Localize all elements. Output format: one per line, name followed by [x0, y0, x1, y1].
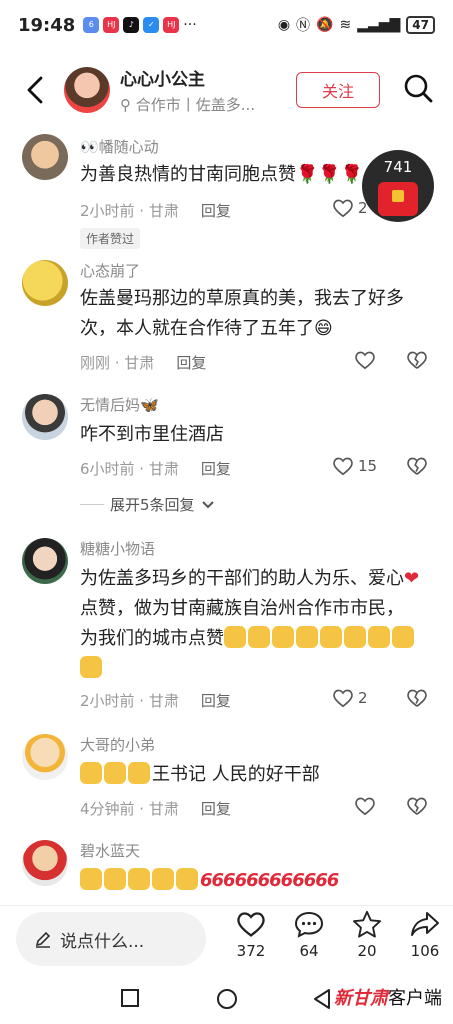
more-icon: ··· — [183, 17, 197, 33]
heart-icon — [333, 457, 353, 476]
expand-replies-button[interactable]: 展开5条回复 — [80, 494, 215, 515]
back-nav-button[interactable] — [312, 988, 332, 1010]
comment-count-button[interactable]: 64 — [284, 910, 334, 960]
reply-button[interactable]: 回复 — [201, 460, 231, 478]
chevron-left-icon — [27, 76, 43, 104]
like-video-button[interactable]: 372 — [226, 910, 276, 960]
comment-username[interactable]: 大哥的小弟 — [80, 734, 155, 755]
clock: 19:48 — [18, 14, 76, 36]
status-bar: 19:48 6 HJ ♪ ✓ HJ ··· ◉ Ⓝ 🔕 ≋ ▂▃▅▇ 47 — [0, 0, 453, 50]
like-button[interactable] — [354, 350, 376, 370]
thumbs-up-emoji — [80, 868, 200, 891]
broken-heart-icon — [407, 689, 427, 707]
author-name[interactable]: 心心小公主 — [120, 65, 255, 90]
broken-heart-icon — [407, 351, 427, 369]
heart-emoji: ❤ — [404, 568, 420, 589]
back-button[interactable] — [10, 65, 60, 115]
comment-text: 佐盖曼玛那边的草原真的美，我去了好多次，本人就在合作待了五年了😄 — [80, 288, 404, 339]
user-avatar[interactable] — [22, 260, 68, 306]
red-packet-count: 741 — [383, 158, 413, 176]
dislike-button[interactable] — [406, 456, 428, 480]
home-button[interactable] — [216, 988, 238, 1010]
comment-text: 为佐盖多玛乡的干部们的助人为乐、爱心❤点赞，做为甘南藏族自治州合作市市民，为我们… — [80, 564, 420, 684]
battery-icon: 47 — [406, 16, 435, 34]
bottom-action-bar: 说点什么... 372 64 20 106 — [0, 905, 453, 975]
star-icon — [353, 910, 381, 938]
signal-icon: ▂▃▅▇ — [357, 17, 401, 33]
user-avatar[interactable] — [22, 538, 68, 584]
app-notification-icon: 6 — [83, 17, 100, 33]
like-button[interactable] — [354, 796, 376, 816]
comment-text: 666666666666 — [80, 866, 420, 896]
location-pin-icon: ⚲ — [120, 96, 131, 114]
dislike-button[interactable] — [406, 796, 428, 820]
author-liked-badge: 作者赞过 — [80, 228, 141, 249]
heart-icon — [333, 689, 353, 708]
chevron-down-icon — [201, 500, 214, 508]
reply-button[interactable]: 回复 — [176, 354, 206, 372]
comment-meta: 6小时前 · 甘肃 回复 — [80, 460, 231, 478]
comment-bubble-icon — [294, 911, 324, 938]
heart-icon — [333, 199, 353, 218]
heart-icon — [237, 912, 265, 937]
comment-username[interactable]: 心态崩了 — [80, 260, 140, 281]
author-location: ⚲ 合作市丨佐盖多... — [120, 96, 256, 114]
search-icon — [404, 74, 433, 103]
broken-heart-icon — [407, 797, 427, 815]
shield-icon: ✓ — [143, 17, 160, 33]
comment-meta: 刚刚 · 甘肃 回复 — [80, 354, 207, 372]
red-packet-widget[interactable]: 741 — [362, 150, 434, 222]
dislike-button[interactable] — [406, 688, 428, 712]
user-avatar[interactable] — [22, 734, 68, 780]
share-button[interactable]: 106 — [400, 910, 450, 960]
video-author-header: 心心小公主 ⚲ 合作市丨佐盖多... 关注 — [0, 58, 453, 122]
thumbs-up-emoji — [224, 626, 320, 649]
recent-apps-button[interactable] — [120, 988, 140, 1008]
comment-list[interactable]: 👀幡随心动 为善良热情的甘南同胞点赞🌹🌹🌹 2小时前 · 甘肃 回复 2 作者赞过… — [0, 130, 453, 905]
like-button[interactable]: 2 — [332, 198, 368, 218]
eye-icon: ◉ — [277, 17, 291, 33]
like-count: 15 — [358, 457, 378, 475]
pencil-icon — [35, 931, 51, 948]
app-notification-icon: HJ — [163, 17, 180, 33]
mute-icon: 🔕 — [316, 17, 334, 33]
comment-text: 王书记 人民的好干部 — [80, 760, 420, 790]
comment-username[interactable]: 无情后妈🦋 — [80, 394, 159, 415]
heart-icon — [355, 351, 375, 370]
system-nav-bar: 新甘肃客户端 — [0, 978, 453, 1024]
comment-text: 咋不到市里住酒店 — [80, 424, 224, 445]
divider — [80, 504, 104, 505]
like-button[interactable]: 2 — [332, 688, 368, 708]
nfc-icon: Ⓝ — [296, 18, 311, 34]
comment-meta: 4分钟前 · 甘肃 回复 — [80, 800, 231, 818]
red-envelope-icon — [378, 182, 418, 216]
tiktok-icon: ♪ — [123, 17, 140, 33]
reply-button[interactable]: 回复 — [201, 692, 231, 710]
comment-input[interactable]: 说点什么... — [16, 912, 206, 966]
app-notification-icon: HJ — [103, 17, 120, 33]
share-arrow-icon — [411, 912, 439, 936]
comment-username[interactable]: 糖糖小物语 — [80, 538, 155, 559]
like-count: 2 — [358, 689, 368, 707]
reply-button[interactable]: 回复 — [201, 800, 231, 818]
favorite-button[interactable]: 20 — [342, 910, 392, 960]
broken-heart-icon — [407, 457, 427, 475]
author-avatar[interactable] — [64, 67, 110, 113]
dislike-button[interactable] — [406, 350, 428, 374]
search-button[interactable] — [398, 68, 438, 108]
user-avatar[interactable] — [22, 394, 68, 440]
comment-username[interactable]: 👀幡随心动 — [80, 136, 159, 157]
thumbs-up-emoji — [80, 762, 152, 785]
reply-button[interactable]: 回复 — [201, 202, 231, 220]
like-button[interactable]: 15 — [332, 456, 377, 476]
wifi-icon: ≋ — [339, 17, 352, 33]
user-avatar[interactable] — [22, 840, 68, 886]
follow-button[interactable]: 关注 — [296, 72, 380, 108]
user-avatar[interactable] — [22, 134, 68, 180]
watermark: 新甘肃客户端 — [334, 988, 442, 1009]
heart-icon — [355, 797, 375, 816]
comment-username[interactable]: 碧水蓝天 — [80, 840, 140, 861]
comment-meta: 2小时前 · 甘肃 回复 — [80, 692, 231, 710]
comment-meta: 2小时前 · 甘肃 回复 — [80, 202, 231, 220]
